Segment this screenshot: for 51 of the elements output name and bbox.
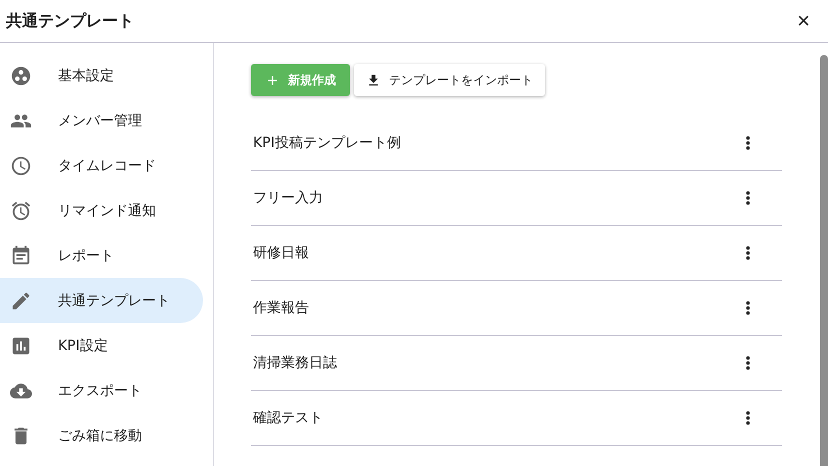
template-row[interactable]: 清掃業務日誌 bbox=[251, 336, 782, 391]
sidebar-item-label: リマインド通知 bbox=[58, 202, 156, 220]
template-row[interactable]: フリー入力 bbox=[251, 171, 782, 226]
sidebar-item-label: KPI設定 bbox=[58, 336, 108, 354]
sidebar-item[interactable]: 共通テンプレート bbox=[0, 278, 203, 323]
sidebar-item[interactable]: レポート bbox=[0, 233, 203, 278]
sidebar-item[interactable]: ごみ箱に移動 bbox=[0, 413, 203, 458]
template-row[interactable]: 研修日報 bbox=[251, 226, 782, 281]
import-button[interactable]: テンプレートをインポート bbox=[354, 64, 545, 96]
template-name: KPI投稿テンプレート例 bbox=[253, 134, 401, 152]
more-menu-button[interactable] bbox=[746, 301, 750, 315]
sidebar-item[interactable]: タイムレコード bbox=[0, 143, 203, 188]
template-name: 研修日報 bbox=[253, 244, 309, 262]
sidebar-item[interactable]: エクスポート bbox=[0, 368, 203, 413]
sidebar-item[interactable]: 基本設定 bbox=[0, 53, 203, 98]
sidebar-item-label: ごみ箱に移動 bbox=[58, 426, 142, 444]
template-row[interactable]: KPI投稿テンプレート例 bbox=[251, 116, 782, 171]
download-icon bbox=[366, 72, 381, 88]
sidebar-item[interactable]: メンバー管理 bbox=[0, 98, 203, 143]
template-row[interactable]: 確認テスト bbox=[251, 391, 782, 446]
more-icon bbox=[746, 191, 750, 205]
calendar-icon bbox=[10, 244, 32, 266]
clock-icon bbox=[10, 154, 32, 176]
template-name: 作業報告 bbox=[253, 299, 309, 317]
sidebar-item[interactable]: リマインド通知 bbox=[0, 188, 203, 233]
window-title: 共通テンプレート bbox=[6, 10, 134, 32]
template-name: フリー入力 bbox=[253, 189, 323, 207]
more-icon bbox=[746, 301, 750, 315]
more-icon bbox=[746, 356, 750, 370]
template-row[interactable]: 作業報告 bbox=[251, 281, 782, 336]
template-name: 確認テスト bbox=[253, 409, 323, 427]
template-name: 清掃業務日誌 bbox=[253, 354, 337, 372]
sidebar-item-label: 基本設定 bbox=[58, 66, 114, 84]
sidebar-item-label: 共通テンプレート bbox=[58, 292, 170, 310]
pencil-icon bbox=[10, 290, 32, 312]
close-button[interactable]: × bbox=[795, 10, 812, 32]
more-menu-button[interactable] bbox=[746, 246, 750, 260]
more-icon bbox=[746, 136, 750, 150]
sidebar-item[interactable]: KPI設定 bbox=[0, 323, 203, 368]
more-menu-button[interactable] bbox=[746, 136, 750, 150]
more-menu-button[interactable] bbox=[746, 191, 750, 205]
sidebar-item-label: エクスポート bbox=[58, 382, 142, 400]
more-icon bbox=[746, 411, 750, 425]
more-menu-button[interactable] bbox=[746, 411, 750, 425]
more-menu-button[interactable] bbox=[746, 356, 750, 370]
more-icon bbox=[746, 246, 750, 260]
scrollbar[interactable] bbox=[820, 55, 828, 466]
sidebar-item-label: タイムレコード bbox=[58, 156, 156, 174]
alarm-clock-icon bbox=[10, 200, 32, 222]
sidebar-item-label: レポート bbox=[58, 246, 114, 264]
sidebar-item-label: メンバー管理 bbox=[58, 112, 142, 130]
